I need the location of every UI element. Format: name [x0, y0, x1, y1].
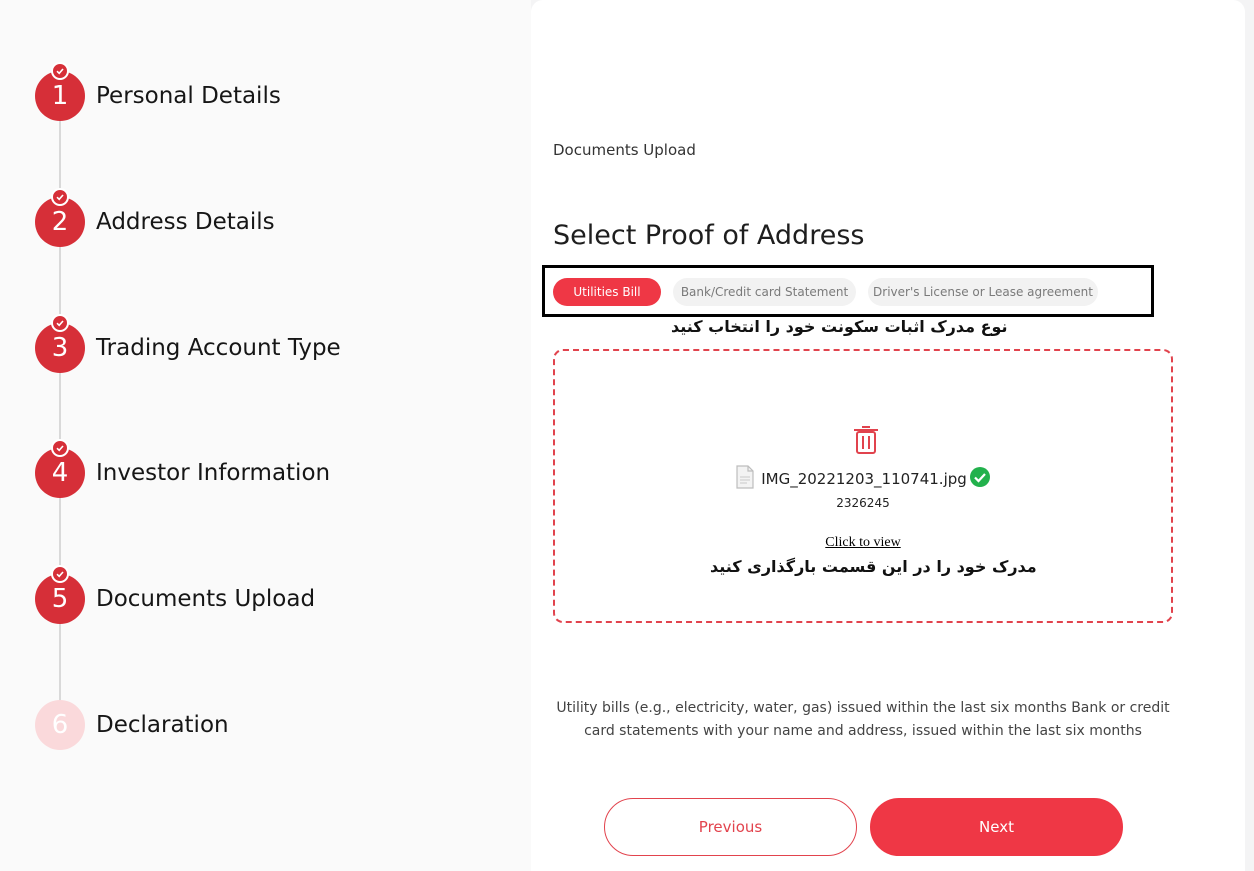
step-number-circle: 6	[35, 700, 85, 750]
steps-sidebar: 1 Personal Details 2 Address Details 3 T…	[0, 0, 531, 871]
step-number: 1	[51, 81, 69, 111]
step-trading-account-type[interactable]: 3 Trading Account Type	[35, 314, 341, 373]
check-icon	[51, 439, 69, 457]
option-label: Bank/Credit card Statement	[680, 285, 849, 299]
previous-button[interactable]: Previous	[604, 798, 857, 856]
option-drivers-license[interactable]: Driver's License or Lease agreement	[868, 278, 1098, 306]
step-label: Trading Account Type	[96, 335, 341, 361]
step-number: 5	[51, 584, 69, 614]
check-icon	[51, 565, 69, 583]
view-file-link[interactable]: Click to view	[555, 535, 1171, 551]
step-number-circle: 1	[35, 62, 85, 121]
option-label: Driver's License or Lease agreement	[873, 285, 1093, 299]
option-label: Utilities Bill	[573, 285, 641, 299]
step-documents-upload[interactable]: 5 Documents Upload	[35, 565, 316, 624]
step-address-details[interactable]: 2 Address Details	[35, 188, 275, 247]
step-number: 6	[51, 710, 69, 740]
step-number-circle: 2	[35, 188, 85, 247]
main-panel: Documents Upload Select Proof of Address…	[531, 0, 1245, 871]
step-number-circle: 5	[35, 565, 85, 624]
annotation-select-note: نوع مدرک اثبات سکونت خود را انتخاب کنید	[671, 317, 1008, 336]
step-number: 3	[51, 333, 69, 363]
step-label: Personal Details	[96, 83, 281, 109]
annotation-upload-note: مدرک خود را در این قسمت بارگذاری کنید	[710, 557, 1037, 576]
page-title: Select Proof of Address	[553, 220, 865, 251]
option-utilities-bill[interactable]: Utilities Bill	[553, 278, 661, 306]
upload-dropzone[interactable]: IMG_20221203_110741.jpg 2326245 Click to…	[553, 349, 1173, 623]
step-label: Investor Information	[96, 460, 331, 486]
step-number: 2	[51, 207, 69, 237]
step-label: Documents Upload	[96, 586, 316, 612]
option-bank-statement[interactable]: Bank/Credit card Statement	[673, 278, 856, 306]
step-label: Declaration	[96, 712, 229, 738]
check-icon	[51, 314, 69, 332]
help-text: Utility bills (e.g., electricity, water,…	[556, 700, 1170, 739]
check-icon	[51, 62, 69, 80]
step-personal-details[interactable]: 1 Personal Details	[35, 62, 281, 121]
file-icon	[735, 465, 755, 493]
file-size: 2326245	[836, 496, 890, 510]
step-number-circle: 4	[35, 439, 85, 498]
step-number-circle: 3	[35, 314, 85, 373]
breadcrumb: Documents Upload	[553, 141, 696, 159]
next-button[interactable]: Next	[870, 798, 1123, 856]
check-icon	[51, 188, 69, 206]
step-label: Address Details	[96, 209, 275, 235]
step-declaration[interactable]: 6 Declaration	[35, 700, 229, 750]
step-investor-information[interactable]: 4 Investor Information	[35, 439, 331, 498]
file-name: IMG_20221203_110741.jpg	[761, 470, 967, 488]
trash-icon[interactable]	[852, 425, 880, 455]
step-number: 4	[51, 458, 69, 488]
check-circle-icon	[969, 466, 991, 492]
uploaded-file: IMG_20221203_110741.jpg	[555, 465, 1171, 493]
